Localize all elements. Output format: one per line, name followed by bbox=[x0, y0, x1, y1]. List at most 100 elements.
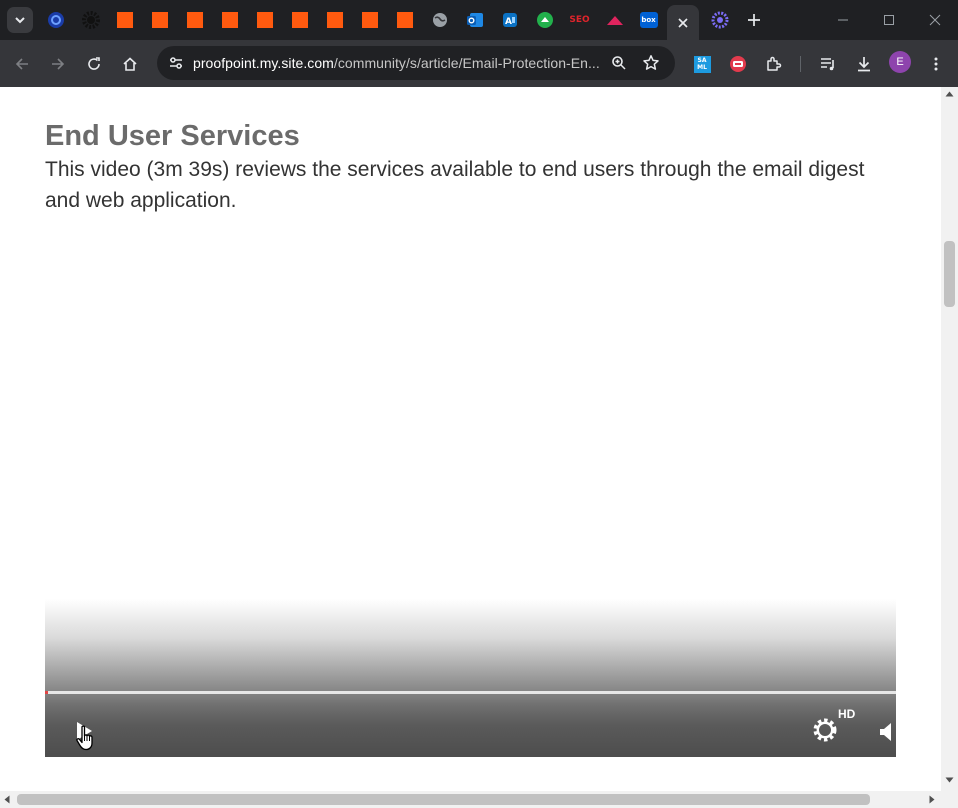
maximize-icon bbox=[884, 15, 894, 25]
tab-18[interactable]: box bbox=[631, 5, 666, 35]
tune-icon bbox=[170, 57, 182, 69]
globe-icon bbox=[432, 13, 447, 27]
orange-square-icon bbox=[116, 12, 133, 28]
chevron-down-icon bbox=[15, 17, 25, 24]
download-icon bbox=[858, 57, 870, 72]
star-icon bbox=[643, 55, 659, 70]
tab-5[interactable] bbox=[177, 5, 212, 35]
minimize-icon bbox=[838, 19, 848, 21]
back-button[interactable] bbox=[10, 52, 34, 76]
sam-icon: SA ML bbox=[693, 55, 711, 73]
page-viewport: End User Services This video (3m 39s) re… bbox=[0, 87, 941, 791]
browser-window: A SEO box proofpoint.my.site.com/communi… bbox=[0, 0, 958, 808]
tab-14[interactable]: A bbox=[492, 5, 527, 35]
tab-1[interactable] bbox=[38, 5, 73, 35]
profile-avatar[interactable]: E bbox=[889, 51, 911, 73]
edge-icon bbox=[47, 12, 64, 28]
reload-icon bbox=[88, 57, 100, 70]
browser-menu-button[interactable] bbox=[924, 52, 948, 76]
reload-button[interactable] bbox=[82, 52, 106, 76]
tab-active[interactable] bbox=[667, 5, 699, 40]
new-tab-button[interactable] bbox=[736, 5, 771, 35]
red-mountain-icon bbox=[606, 16, 623, 25]
address-bar[interactable]: proofpoint.my.site.com/community/s/artic… bbox=[157, 46, 675, 80]
maximize-button[interactable] bbox=[877, 8, 901, 32]
horizontal-scroll-thumb[interactable] bbox=[17, 794, 870, 805]
video-progress-bar[interactable] bbox=[45, 691, 896, 694]
close-icon[interactable] bbox=[677, 17, 689, 29]
puzzle-icon bbox=[767, 56, 782, 71]
orange-square-icon bbox=[396, 12, 413, 28]
extension-red-button[interactable] bbox=[726, 52, 750, 76]
horizontal-scrollbar[interactable] bbox=[0, 791, 958, 808]
tab-12[interactable] bbox=[422, 5, 457, 35]
scroll-right-arrow-icon[interactable] bbox=[929, 795, 935, 804]
minimize-button[interactable] bbox=[831, 8, 855, 32]
tab-15[interactable] bbox=[527, 5, 562, 35]
outlook-icon bbox=[466, 13, 483, 27]
orange-square-icon bbox=[361, 12, 378, 28]
bookmark-button[interactable] bbox=[640, 52, 662, 74]
browser-toolbar: proofpoint.my.site.com/community/s/artic… bbox=[0, 40, 958, 87]
video-player[interactable]: HD bbox=[45, 599, 896, 757]
home-icon bbox=[123, 57, 137, 71]
video-progress-fill bbox=[45, 691, 48, 694]
tab-2[interactable] bbox=[73, 5, 108, 35]
tab-strip: A SEO box bbox=[0, 0, 958, 40]
plus-icon bbox=[747, 14, 760, 26]
tab-8[interactable] bbox=[282, 5, 317, 35]
tab-search-button[interactable] bbox=[7, 7, 33, 33]
playlist-icon bbox=[821, 58, 834, 71]
vertical-scroll-thumb[interactable] bbox=[944, 241, 955, 307]
tab-11[interactable] bbox=[387, 5, 422, 35]
orange-square-icon bbox=[256, 12, 273, 28]
orange-square-icon bbox=[221, 12, 238, 28]
close-window-icon bbox=[929, 14, 941, 26]
orange-square-icon bbox=[291, 12, 308, 28]
more-vertical-icon bbox=[934, 57, 938, 71]
vertical-scrollbar[interactable] bbox=[941, 87, 958, 791]
seo-icon: SEO bbox=[569, 15, 590, 25]
settings-gear-icon[interactable] bbox=[811, 716, 839, 744]
tab-7[interactable] bbox=[247, 5, 282, 35]
scroll-left-arrow-icon[interactable] bbox=[4, 795, 10, 804]
zoom-icon bbox=[612, 56, 626, 70]
downloads-button[interactable] bbox=[852, 52, 876, 76]
orange-square-icon bbox=[151, 12, 168, 28]
tab-9[interactable] bbox=[317, 5, 352, 35]
section-description: This video (3m 39s) reviews the services… bbox=[45, 158, 865, 212]
extensions-button[interactable] bbox=[762, 52, 786, 76]
forward-button[interactable] bbox=[46, 52, 70, 76]
svg-text:A: A bbox=[505, 17, 512, 27]
home-button[interactable] bbox=[118, 52, 142, 76]
scroll-down-arrow-icon[interactable] bbox=[945, 777, 954, 783]
purple-flower-icon bbox=[711, 11, 728, 29]
cloud-green-icon bbox=[536, 12, 553, 28]
media-controls-button[interactable] bbox=[816, 52, 840, 76]
zoom-button[interactable] bbox=[608, 52, 630, 74]
tab-4[interactable] bbox=[142, 5, 177, 35]
site-info-button[interactable] bbox=[165, 52, 187, 74]
translate-icon: A bbox=[502, 13, 517, 27]
box-icon: box bbox=[639, 12, 658, 28]
orange-square-icon bbox=[186, 12, 203, 28]
url-host: proofpoint.my.site.com bbox=[193, 55, 334, 71]
tab-13[interactable] bbox=[457, 5, 492, 35]
hand-cursor-icon bbox=[76, 725, 93, 751]
gear-dark-icon bbox=[81, 11, 100, 29]
forward-arrow-icon bbox=[52, 58, 65, 70]
tab-16[interactable]: SEO bbox=[562, 5, 597, 35]
url-text[interactable]: proofpoint.my.site.com/community/s/artic… bbox=[193, 55, 600, 71]
section-heading: End User Services bbox=[45, 120, 300, 152]
tab-17[interactable] bbox=[597, 5, 632, 35]
tab-6[interactable] bbox=[212, 5, 247, 35]
tab-20[interactable] bbox=[702, 5, 737, 35]
extension-sam-button[interactable]: SA ML bbox=[690, 52, 714, 76]
close-window-button[interactable] bbox=[923, 8, 947, 32]
scroll-up-arrow-icon[interactable] bbox=[945, 91, 954, 97]
volume-icon[interactable] bbox=[878, 721, 896, 743]
red-circle-extension-icon bbox=[730, 56, 746, 72]
tab-10[interactable] bbox=[352, 5, 387, 35]
hd-badge: HD bbox=[838, 707, 856, 721]
tab-3[interactable] bbox=[107, 5, 142, 35]
